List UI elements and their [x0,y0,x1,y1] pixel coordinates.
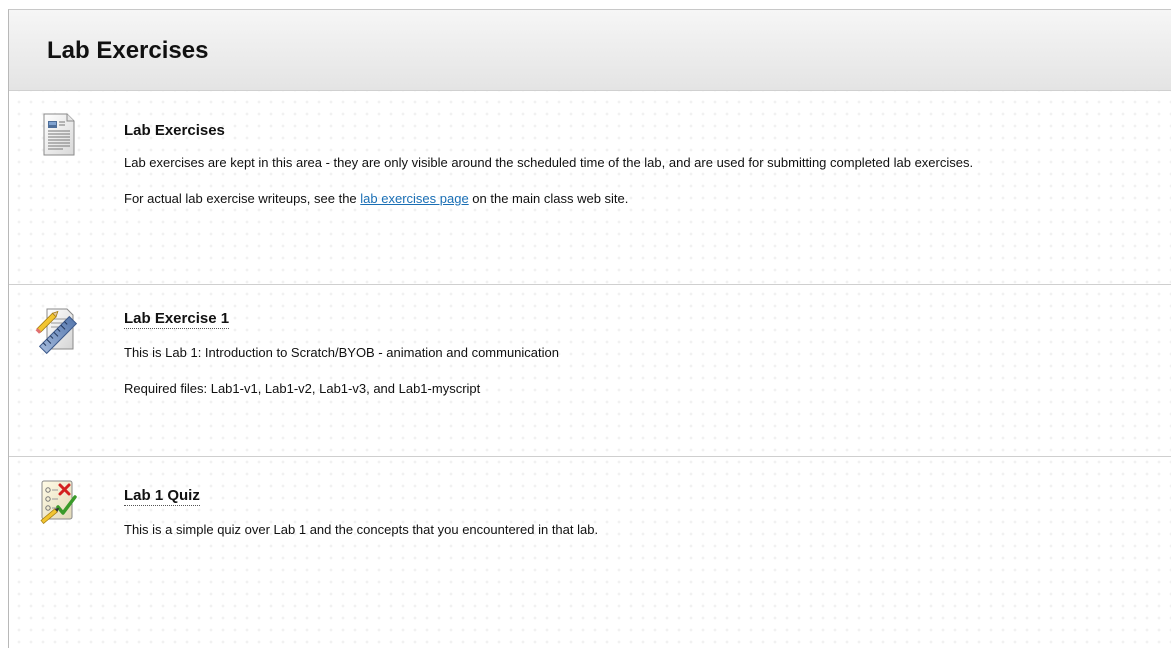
page-title: Lab Exercises [47,37,209,64]
content-item: Lab Exercises Lab exercises are kept in … [9,91,1171,285]
link-prefix-text: For actual lab exercise writeups, see th… [124,191,361,206]
lab-1-quiz-link[interactable]: Lab 1 Quiz [124,487,200,506]
document-icon [33,109,83,159]
assignment-icon [33,305,83,355]
content-item: Lab 1 Quiz This is a simple quiz over La… [9,457,1171,648]
quiz-icon [33,475,83,525]
item-link-paragraph: For actual lab exercise writeups, see th… [124,189,1151,208]
content-frame: Lab Exercises Lab Exercises Lab exercise… [8,9,1171,648]
lab-exercises-page-link[interactable]: lab exercises page [360,191,468,206]
item-title: Lab Exercises [124,122,225,139]
content-item: Lab Exercise 1 This is Lab 1: Introducti… [9,285,1171,457]
required-files-text: Required files: Lab1-v1, Lab1-v2, Lab1-v… [124,381,481,396]
item-content: Lab Exercises Lab exercises are kept in … [124,122,1151,225]
item-description: This is a simple quiz over Lab 1 and the… [124,522,599,537]
item-content: Lab 1 Quiz This is a simple quiz over La… [124,487,1151,556]
lab-exercise-1-link[interactable]: Lab Exercise 1 [124,310,230,329]
item-content: Lab Exercise 1 This is Lab 1: Introducti… [124,310,1151,415]
item-description: Lab exercises are kept in this area - th… [124,155,974,170]
page-header: Lab Exercises [9,10,1171,91]
link-suffix-text: on the main class web site. [468,191,629,206]
item-description: This is Lab 1: Introduction to Scratch/B… [124,345,559,360]
